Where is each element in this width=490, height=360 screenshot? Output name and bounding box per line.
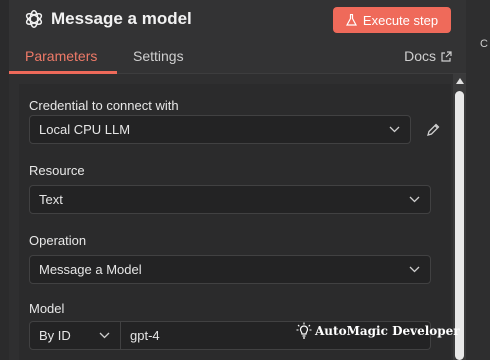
docs-label: Docs: [404, 48, 436, 64]
panel-header: Message a model Execute step: [9, 0, 466, 40]
canvas-edge-glyph: C: [480, 38, 488, 50]
resource-label: Resource: [29, 163, 85, 178]
chevron-down-icon: [409, 266, 420, 273]
operation-value: Message a Model: [39, 262, 142, 277]
model-mode-select[interactable]: By ID: [29, 321, 121, 350]
flask-icon: [345, 14, 357, 26]
execute-step-label: Execute step: [362, 12, 439, 28]
openai-logo-icon: [25, 10, 43, 28]
tab-settings[interactable]: Settings: [133, 48, 184, 64]
operation-label: Operation: [29, 233, 87, 248]
panel-title: Message a model: [51, 9, 192, 28]
operation-select[interactable]: Message a Model: [29, 255, 431, 284]
resource-value: Text: [39, 192, 63, 207]
parameters-form: Credential to connect with Local CPU LLM…: [19, 84, 451, 360]
model-id-value: gpt-4: [130, 328, 160, 343]
panel-scrollbar[interactable]: [453, 74, 466, 360]
execute-step-button[interactable]: Execute step: [333, 7, 451, 33]
model-mode-value: By ID: [39, 328, 71, 343]
chevron-down-icon: [389, 126, 400, 133]
external-link-icon: [441, 50, 452, 62]
docs-link[interactable]: Docs: [404, 48, 452, 64]
scrollbar-thumb[interactable]: [455, 91, 464, 360]
pencil-icon[interactable]: [425, 122, 441, 138]
credential-select[interactable]: Local CPU LLM: [29, 115, 411, 144]
active-tab-indicator: [9, 71, 117, 74]
resource-select[interactable]: Text: [29, 185, 431, 214]
node-panel: Message a model Execute step Parameters …: [9, 0, 466, 360]
model-label: Model: [29, 301, 65, 316]
watermark-text: AutoMagic Developer: [315, 324, 460, 338]
lightbulb-icon: [296, 322, 312, 339]
credential-label: Credential to connect with: [29, 98, 179, 113]
tab-parameters[interactable]: Parameters: [25, 48, 97, 64]
canvas-edge: C: [466, 0, 490, 360]
chevron-down-icon: [99, 332, 110, 339]
panel-tabs: Parameters Settings Docs: [9, 40, 466, 74]
scroll-up-arrow-icon[interactable]: [456, 78, 464, 84]
chevron-down-icon: [409, 196, 420, 203]
credential-value: Local CPU LLM: [39, 122, 131, 137]
watermark: AutoMagic Developer: [296, 322, 460, 340]
